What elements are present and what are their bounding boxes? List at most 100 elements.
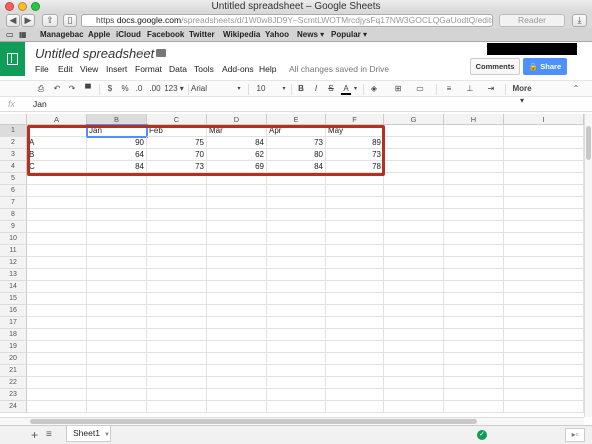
cell-i7[interactable] — [504, 197, 584, 209]
reader-button[interactable]: Reader — [499, 14, 565, 27]
cell-e8[interactable] — [267, 209, 326, 221]
strikethrough-button[interactable]: S — [326, 83, 336, 95]
cell-f1[interactable]: May — [326, 125, 384, 137]
cell-f4[interactable]: 78 — [326, 161, 384, 173]
cell-f10[interactable] — [326, 233, 384, 245]
cell-b1[interactable]: Jan — [86, 124, 148, 138]
reading-list-icon[interactable]: ▭ — [6, 28, 14, 41]
cell-b20[interactable] — [87, 353, 147, 365]
menu-data[interactable]: Data — [169, 64, 187, 74]
share-button[interactable]: 🔒 Share — [523, 58, 567, 75]
row-header-11[interactable]: 11 — [0, 245, 27, 257]
cell-i2[interactable] — [504, 137, 584, 149]
cell-c22[interactable] — [147, 377, 207, 389]
cell-h16[interactable] — [444, 305, 504, 317]
cell-h2[interactable] — [444, 137, 504, 149]
cell-h17[interactable] — [444, 317, 504, 329]
cell-a5[interactable] — [27, 173, 87, 185]
cell-f12[interactable] — [326, 257, 384, 269]
cell-e9[interactable] — [267, 221, 326, 233]
font-family-select[interactable]: Arial — [191, 83, 235, 95]
cell-b5[interactable] — [87, 173, 147, 185]
cell-i21[interactable] — [504, 365, 584, 377]
cell-f18[interactable] — [326, 329, 384, 341]
cell-i8[interactable] — [504, 209, 584, 221]
cell-a3[interactable]: B — [27, 149, 87, 161]
cell-g23[interactable] — [384, 389, 444, 401]
cell-h14[interactable] — [444, 281, 504, 293]
cell-e18[interactable] — [267, 329, 326, 341]
bookmarks-grid-icon[interactable]: ▦ — [19, 28, 27, 41]
all-sheets-button[interactable]: ≡ — [46, 429, 52, 440]
cell-g7[interactable] — [384, 197, 444, 209]
cell-b7[interactable] — [87, 197, 147, 209]
cell-f7[interactable] — [326, 197, 384, 209]
cell-f11[interactable] — [326, 245, 384, 257]
menu-addons[interactable]: Add-ons — [222, 64, 254, 74]
cell-d7[interactable] — [207, 197, 267, 209]
cell-b17[interactable] — [87, 317, 147, 329]
cell-e19[interactable] — [267, 341, 326, 353]
cell-a14[interactable] — [27, 281, 87, 293]
downloads-icon[interactable]: ⤓ — [572, 14, 587, 27]
cell-b24[interactable] — [87, 401, 147, 413]
select-all-corner[interactable] — [0, 114, 27, 125]
cell-c16[interactable] — [147, 305, 207, 317]
merge-cells-icon[interactable]: ▭ — [414, 83, 426, 95]
text-color-chevron-down-icon[interactable]: ▾ — [352, 83, 359, 95]
cell-d18[interactable] — [207, 329, 267, 341]
cell-f6[interactable] — [326, 185, 384, 197]
url-field[interactable]: https docs.google.com/spreadsheets/d/1W0… — [81, 14, 493, 27]
cell-h19[interactable] — [444, 341, 504, 353]
bookmark-apple[interactable]: Apple — [88, 28, 110, 41]
cell-g1[interactable] — [384, 125, 444, 137]
redo-icon[interactable]: ↷ — [66, 83, 78, 95]
text-color-button[interactable]: A — [341, 83, 351, 95]
row-header-20[interactable]: 20 — [0, 353, 27, 365]
cell-d2[interactable]: 84 — [207, 137, 267, 149]
cell-i20[interactable] — [504, 353, 584, 365]
font-size-chevron-down-icon[interactable]: ▾ — [280, 83, 288, 95]
vertical-scroll-thumb[interactable] — [586, 126, 591, 160]
menu-tools[interactable]: Tools — [194, 64, 214, 74]
cell-b18[interactable] — [87, 329, 147, 341]
cell-d19[interactable] — [207, 341, 267, 353]
undo-icon[interactable]: ↶ — [51, 83, 63, 95]
font-size-select[interactable]: 10 — [254, 83, 268, 95]
bookmark-icloud[interactable]: iCloud — [116, 28, 141, 41]
vertical-align-icon[interactable]: ⊥ — [464, 83, 476, 95]
cell-i18[interactable] — [504, 329, 584, 341]
cell-c21[interactable] — [147, 365, 207, 377]
menu-file[interactable]: File — [35, 64, 49, 74]
cell-d8[interactable] — [207, 209, 267, 221]
horizontal-align-icon[interactable]: ≡ — [443, 83, 455, 95]
cell-f14[interactable] — [326, 281, 384, 293]
cell-c6[interactable] — [147, 185, 207, 197]
cell-e10[interactable] — [267, 233, 326, 245]
row-header-2[interactable]: 2 — [0, 137, 27, 149]
cell-i11[interactable] — [504, 245, 584, 257]
cell-e2[interactable]: 73 — [267, 137, 326, 149]
cell-i6[interactable] — [504, 185, 584, 197]
cell-d14[interactable] — [207, 281, 267, 293]
borders-icon[interactable]: ⊞ — [392, 83, 404, 95]
cell-g3[interactable] — [384, 149, 444, 161]
column-header-a[interactable]: A — [27, 114, 87, 125]
cell-f15[interactable] — [326, 293, 384, 305]
cell-d16[interactable] — [207, 305, 267, 317]
cell-a1[interactable] — [27, 125, 87, 137]
cell-c18[interactable] — [147, 329, 207, 341]
bookmark-popular[interactable]: Popular ▾ — [331, 28, 367, 41]
cell-b14[interactable] — [87, 281, 147, 293]
cell-e13[interactable] — [267, 269, 326, 281]
cell-b12[interactable] — [87, 257, 147, 269]
cell-c20[interactable] — [147, 353, 207, 365]
formula-input[interactable]: Jan — [33, 99, 47, 109]
cell-b21[interactable] — [87, 365, 147, 377]
cell-c5[interactable] — [147, 173, 207, 185]
cell-i5[interactable] — [504, 173, 584, 185]
cell-f19[interactable] — [326, 341, 384, 353]
document-title[interactable]: Untitled spreadsheet — [35, 46, 154, 61]
sheet-tab[interactable]: Sheet1 ▼ — [66, 426, 111, 442]
cell-d17[interactable] — [207, 317, 267, 329]
